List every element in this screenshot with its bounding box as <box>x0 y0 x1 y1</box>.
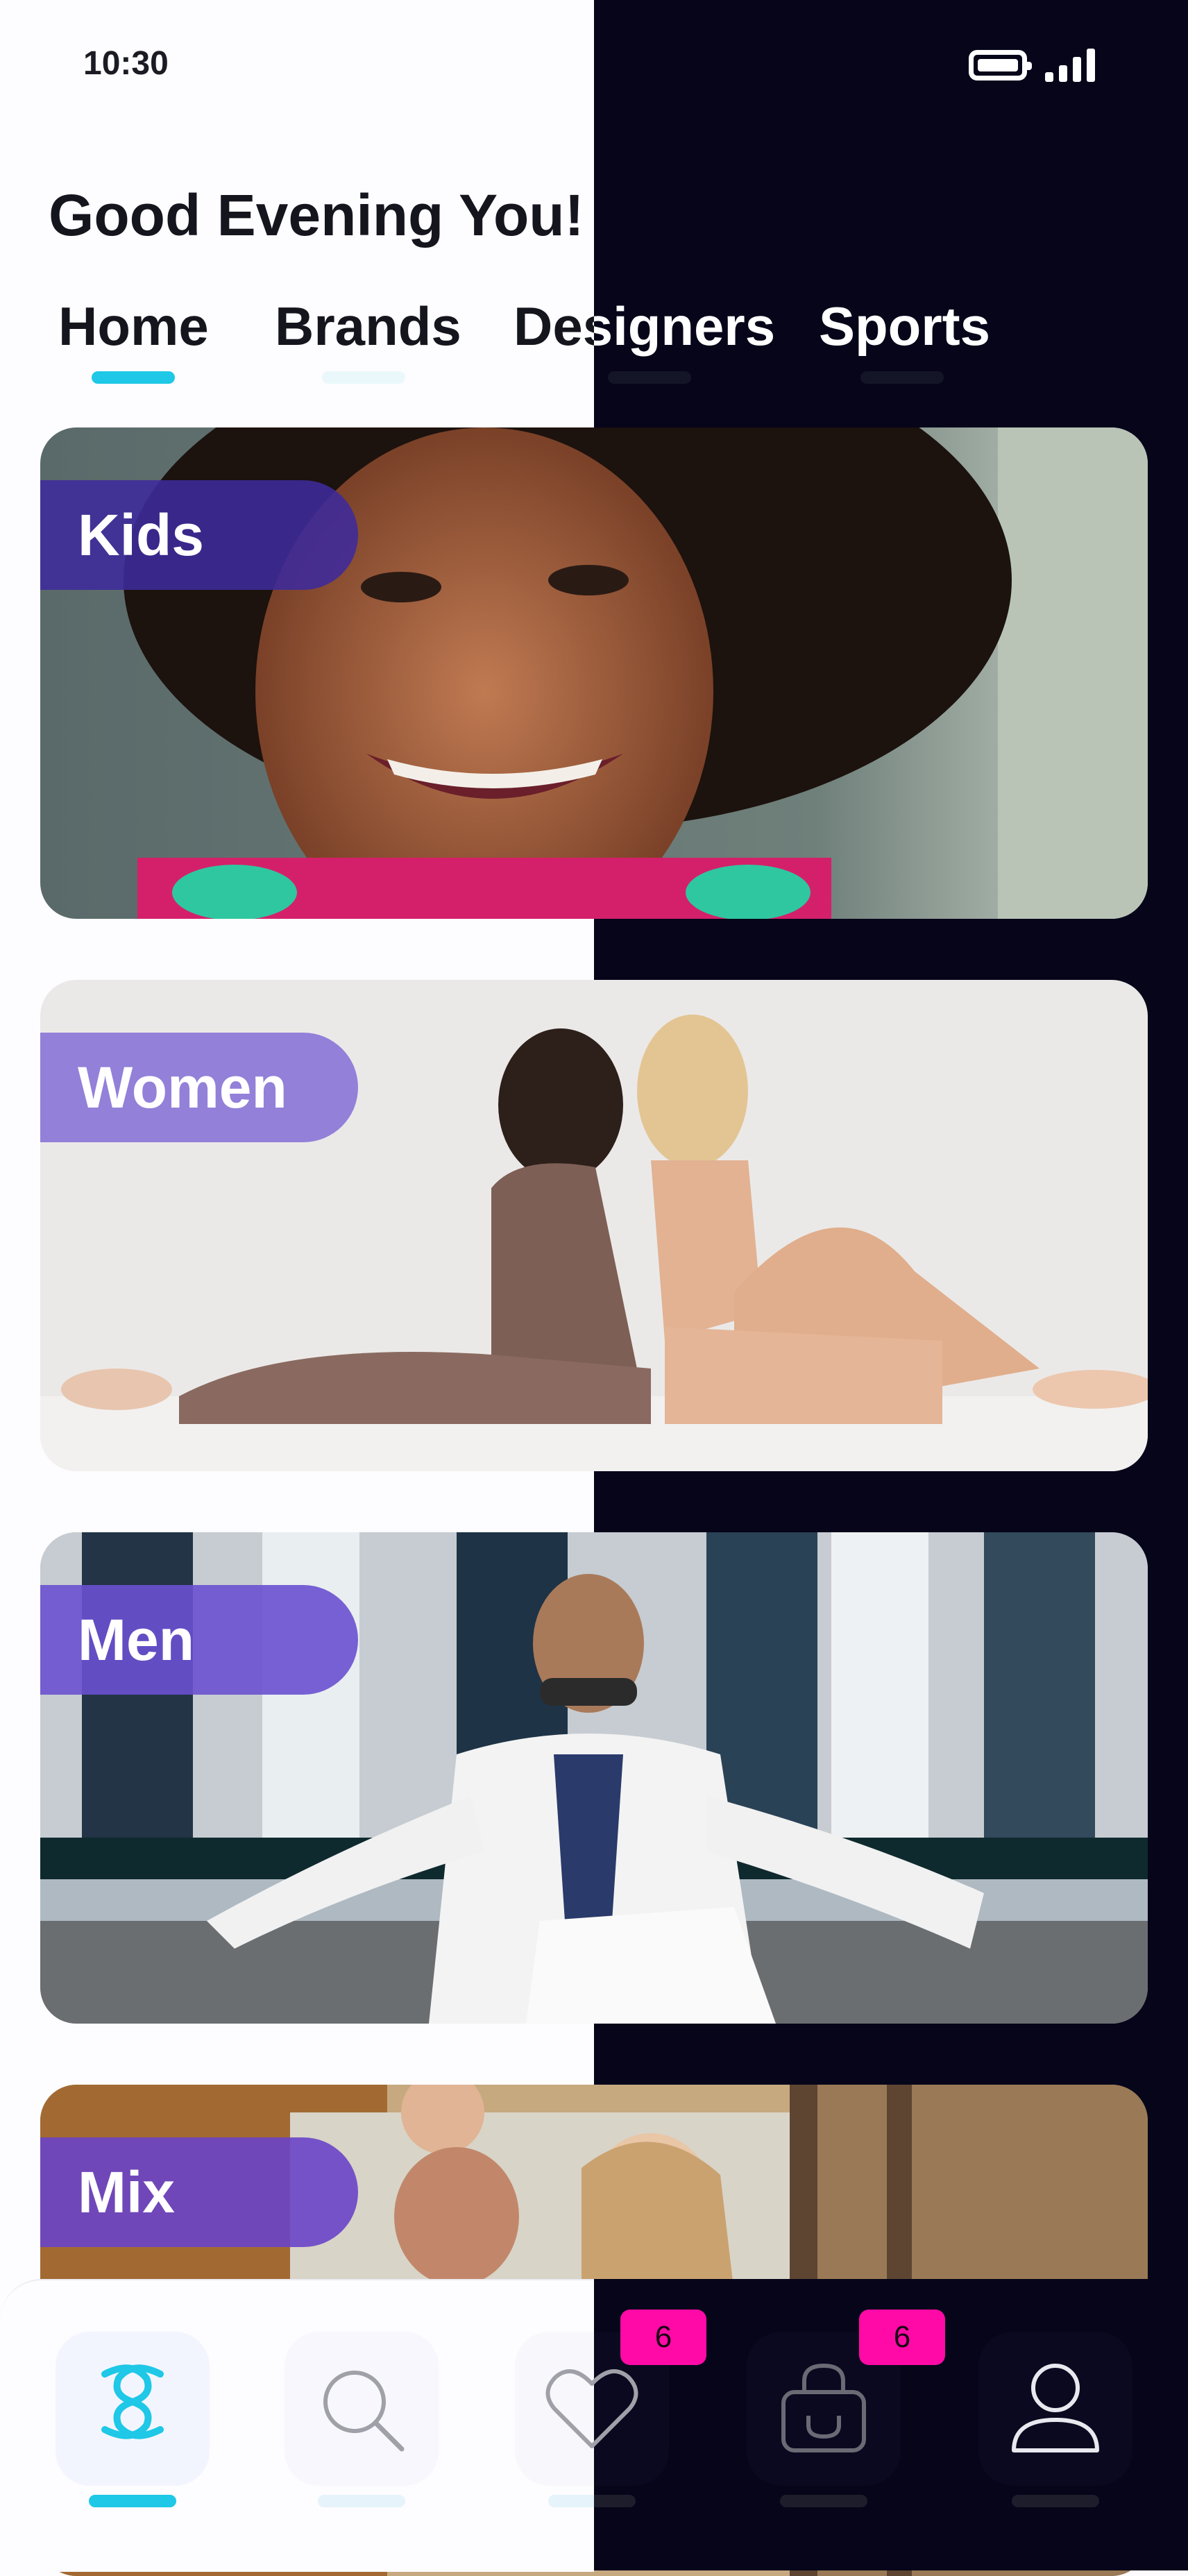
nav-active-indicator <box>89 2495 176 2507</box>
status-time: 10:30 <box>83 45 169 82</box>
nav-profile[interactable] <box>978 2332 1132 2507</box>
tab-sports[interactable]: Sports <box>819 295 990 384</box>
tab-indicator <box>860 371 944 384</box>
category-label-women: Women <box>40 1033 358 1142</box>
shopping-bag-icon <box>781 2363 866 2452</box>
category-card-men[interactable]: Men <box>40 1532 1148 2024</box>
greeting-title: Good Evening You! <box>49 183 584 248</box>
greeting-split-overlay: Good Evening You! <box>594 182 1188 251</box>
category-label-mix: Mix <box>40 2137 358 2247</box>
category-tabs: Home Brands Designers Designers Sports <box>0 295 1188 385</box>
search-icon <box>323 2371 405 2452</box>
bottom-navigation: 6 6 <box>0 2279 1188 2572</box>
category-card-kids[interactable]: Kids <box>40 427 1148 919</box>
signal-icon <box>1045 49 1095 82</box>
category-label-kids: Kids <box>40 480 358 590</box>
logo-home-icon <box>101 2364 164 2439</box>
tab-indicator <box>608 371 691 384</box>
tab-home[interactable]: Home <box>58 295 209 384</box>
favorites-count-badge: 6 <box>620 2310 706 2365</box>
bag-count-badge: 6 <box>859 2310 945 2365</box>
category-card-women[interactable]: Women <box>40 980 1148 1471</box>
tab-brands[interactable]: Brands <box>275 295 461 384</box>
category-label-men: Men <box>40 1585 358 1695</box>
tab-indicator <box>322 371 405 384</box>
status-bar: 10:30 <box>0 0 1188 132</box>
tab-active-indicator <box>92 371 175 384</box>
nav-home[interactable] <box>56 2332 210 2507</box>
profile-icon <box>1012 2364 1099 2452</box>
designers-split-overlay: Designers <box>594 296 774 357</box>
nav-search[interactable] <box>285 2332 439 2507</box>
heart-icon <box>545 2369 638 2448</box>
battery-icon <box>969 50 1032 80</box>
